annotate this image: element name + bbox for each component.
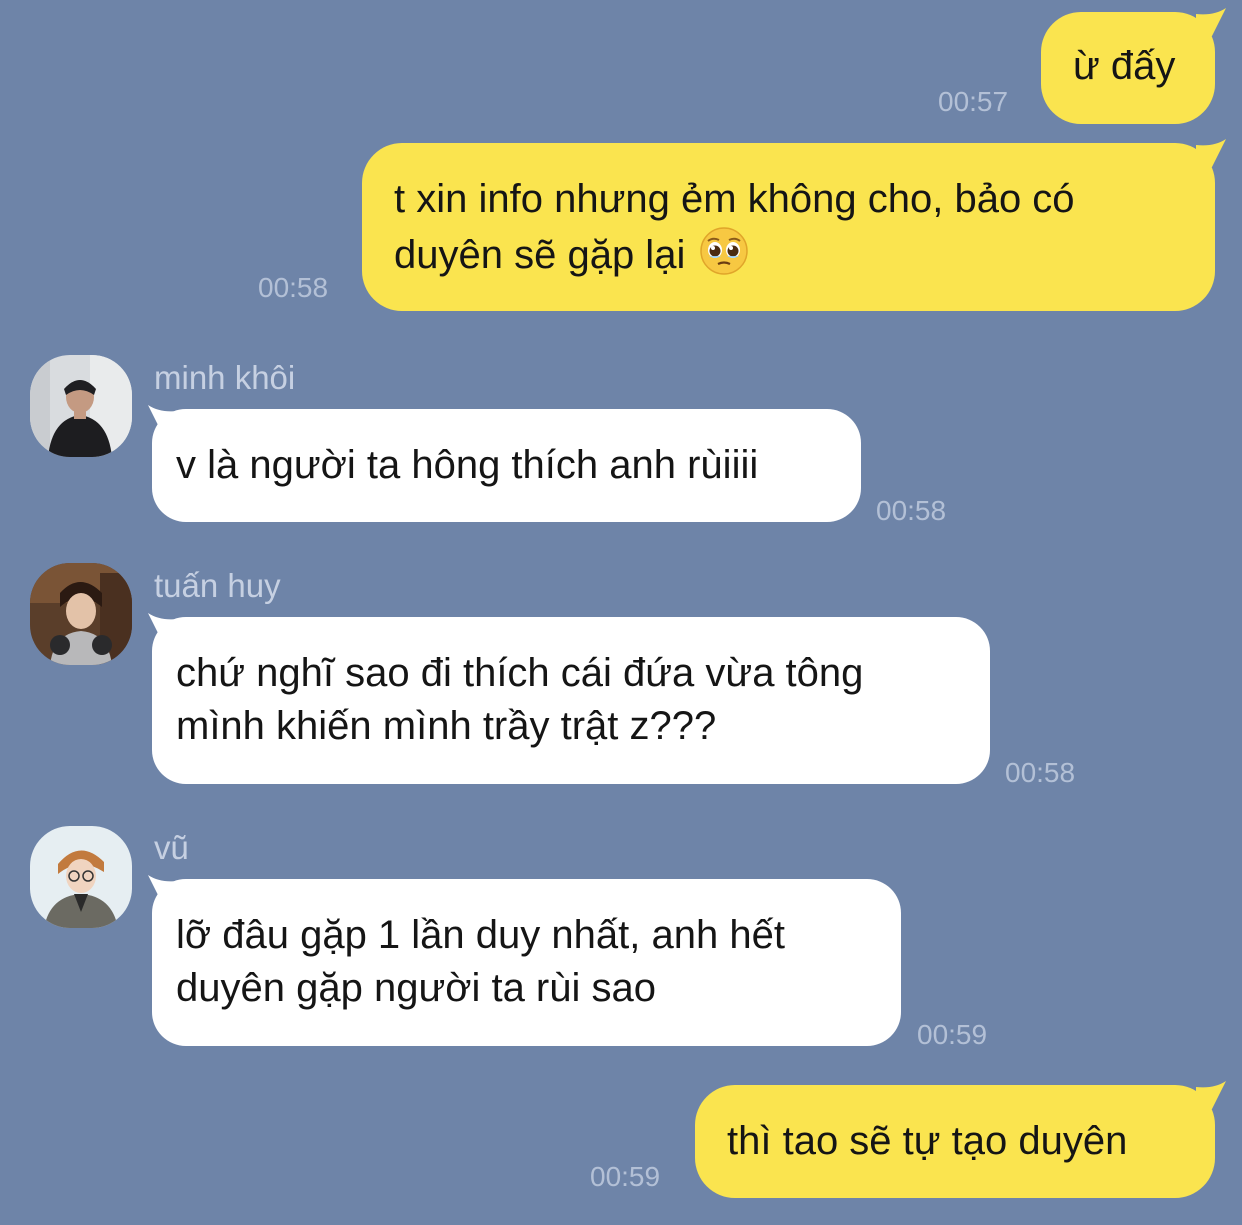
pleading-face-icon (699, 226, 749, 276)
message-text-line: lỡ đâu gặp 1 lần duy nhất, anh hết (176, 913, 785, 957)
message-text-line: t xin info nhưng ẻm không cho, bảo có (394, 177, 1075, 221)
message-text-line: duyên sẽ gặp lại (394, 226, 1215, 282)
message-text-line: mình khiến mình trầy trật z??? (176, 704, 717, 748)
bubble-tail (1196, 137, 1230, 171)
message-text-line: chứ nghĩ sao đi thích cái đứa vừa tông (176, 651, 864, 695)
outgoing-message-bubble[interactable]: t xin info nhưng ẻm không cho, bảo có du… (362, 143, 1215, 311)
bubble-tail (1196, 1079, 1230, 1113)
message-text: v là người ta hông thích anh rùiiii (176, 443, 759, 487)
incoming-message-bubble[interactable]: lỡ đâu gặp 1 lần duy nhất, anh hết duyên… (152, 879, 901, 1046)
message-timestamp: 00:59 (590, 1161, 661, 1192)
incoming-message-bubble[interactable]: chứ nghĩ sao đi thích cái đứa vừa tông m… (152, 617, 990, 784)
avatar-tuan-huy[interactable] (30, 563, 132, 665)
chat-window[interactable]: 00:57 ừ đấy 00:58 t xin info nhưng ẻm kh… (0, 0, 1242, 1225)
message-text: thì tao sẽ tự tạo duyên (727, 1119, 1128, 1163)
message-timestamp: 00:58 (876, 495, 947, 526)
outgoing-message-bubble[interactable]: ừ đấy (1041, 12, 1215, 124)
message-timestamp: 00:58 (258, 272, 329, 303)
incoming-message-bubble[interactable]: v là người ta hông thích anh rùiiii (152, 409, 861, 522)
avatar-minh-khoi[interactable] (30, 355, 132, 457)
message-text-line: duyên gặp người ta rùi sao (176, 966, 656, 1010)
sender-name: minh khôi (154, 359, 296, 396)
sender-name: tuấn huy (154, 567, 281, 604)
message-timestamp: 00:57 (938, 86, 1009, 117)
message-timestamp: 00:58 (1005, 757, 1076, 788)
message-timestamp: 00:59 (917, 1019, 988, 1050)
outgoing-message-bubble[interactable]: thì tao sẽ tự tạo duyên (695, 1085, 1215, 1198)
sender-name: vũ (154, 829, 189, 866)
avatar-vu[interactable] (30, 826, 132, 928)
message-text: ừ đấy (1073, 44, 1176, 88)
bubble-tail (1196, 6, 1230, 40)
